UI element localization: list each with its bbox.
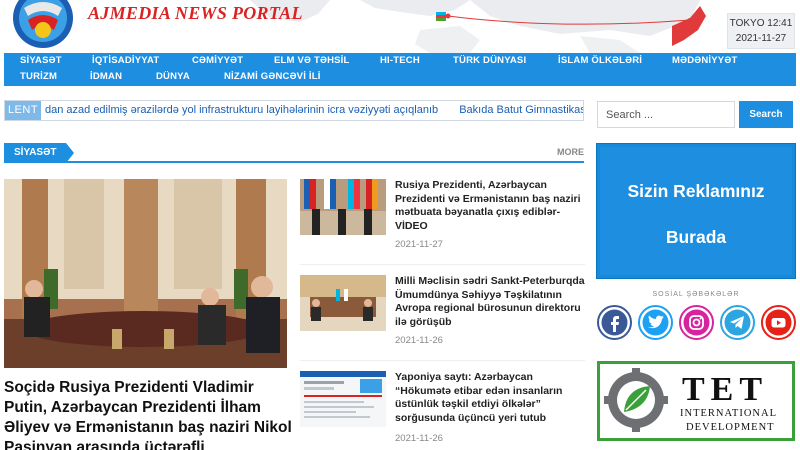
partner-banner-tet[interactable]: TET INTERNATIONAL DEVELOPMENT bbox=[597, 361, 795, 441]
news-date: 2021-11-26 bbox=[395, 433, 443, 444]
nav-item-turizm[interactable]: TURİZM bbox=[20, 71, 57, 82]
site-brand-name[interactable]: AJMEDIA NEWS PORTAL bbox=[88, 3, 303, 24]
section-more-link[interactable]: MORE bbox=[557, 147, 584, 157]
facebook-icon[interactable] bbox=[597, 305, 632, 340]
news-date: 2021-11-27 bbox=[395, 239, 443, 250]
site-header: AJMEDIA NEWS PORTAL TOKYO 12:41 2021-11-… bbox=[0, 0, 800, 53]
section-title[interactable]: SİYASƏT bbox=[4, 143, 76, 163]
ad-text-line-2: Burada bbox=[665, 227, 727, 247]
nav-item-iqtisadiyyat[interactable]: İQTİSADİYYAT bbox=[92, 55, 159, 66]
nav-item-hi-tech[interactable]: HI-TECH bbox=[380, 55, 420, 66]
news-date: 2021-11-26 bbox=[395, 335, 443, 346]
partner-letters: TET bbox=[682, 371, 768, 408]
ticker-content: dan azad edilmiş ərazilərdə yol infrastr… bbox=[45, 101, 583, 120]
site-logo[interactable] bbox=[8, 0, 78, 52]
ticker-label: LENT bbox=[5, 101, 41, 120]
gear-leaf-icon bbox=[604, 368, 668, 432]
clock-widget: TOKYO 12:41 2021-11-27 bbox=[727, 13, 795, 49]
news-ticker: LENT dan azad edilmiş ərazilərdə yol inf… bbox=[4, 100, 584, 121]
clock-date: 2021-11-27 bbox=[735, 33, 787, 44]
featured-news-title[interactable]: Soçidə Rusiya Prezidenti Vladimir Putin,… bbox=[4, 378, 294, 450]
ticker-item[interactable]: Bakıda Batut Gimnastikası üzrə bbox=[459, 104, 583, 116]
nav-item-medeniyyet[interactable]: MƏDƏNİYYƏT bbox=[672, 55, 737, 66]
news-thumbnail[interactable] bbox=[300, 179, 386, 235]
news-item[interactable]: Yaponiya saytı: Azərbaycan “Hökumətə eti… bbox=[300, 371, 585, 450]
youtube-icon[interactable] bbox=[761, 305, 796, 340]
news-title[interactable]: Rusiya Prezidenti, Azərbaycan Prezidenti… bbox=[395, 179, 585, 233]
ticker-item[interactable]: dan azad edilmiş ərazilərdə yol infrastr… bbox=[45, 104, 438, 116]
clock-city-time: TOKYO 12:41 bbox=[729, 18, 793, 29]
main-navigation: SİYASƏT İQTİSADİYYAT CƏMİYYƏT ELM VƏ TƏH… bbox=[4, 53, 796, 86]
partner-line-1: INTERNATIONAL bbox=[680, 408, 777, 419]
news-title[interactable]: Yaponiya saytı: Azərbaycan “Hökumətə eti… bbox=[395, 371, 585, 425]
news-item[interactable]: Milli Məclisin sədri Sankt-Peterburqda Ü… bbox=[300, 275, 585, 355]
nav-item-idman[interactable]: İDMAN bbox=[90, 71, 122, 82]
nav-item-turk-dunyasi[interactable]: TÜRK DÜNYASI bbox=[453, 55, 526, 66]
news-divider bbox=[300, 360, 585, 361]
news-divider bbox=[300, 264, 585, 265]
news-thumbnail[interactable] bbox=[300, 371, 386, 427]
news-thumbnail[interactable] bbox=[300, 275, 386, 331]
advertisement-banner[interactable]: Sizin Reklamınız Burada bbox=[596, 143, 796, 279]
nav-item-elm-ve-tehsil[interactable]: ELM VƏ TƏHSİL bbox=[274, 55, 350, 66]
partner-line-2: DEVELOPMENT bbox=[686, 422, 775, 433]
search-button[interactable]: Search bbox=[739, 101, 793, 128]
twitter-icon[interactable] bbox=[638, 305, 673, 340]
section-header: SİYASƏT MORE bbox=[4, 143, 584, 163]
social-networks-label: SOSİAL ŞƏBƏKƏLƏR bbox=[652, 291, 740, 298]
telegram-icon[interactable] bbox=[720, 305, 755, 340]
nav-item-cemiyyet[interactable]: CƏMİYYƏT bbox=[192, 55, 243, 66]
instagram-icon[interactable] bbox=[679, 305, 714, 340]
news-item[interactable]: Rusiya Prezidenti, Azərbaycan Prezidenti… bbox=[300, 179, 585, 259]
featured-news-image[interactable] bbox=[4, 179, 287, 368]
nav-item-siyaset[interactable]: SİYASƏT bbox=[20, 55, 62, 66]
search-input[interactable] bbox=[597, 101, 735, 128]
nav-item-dunya[interactable]: DÜNYA bbox=[156, 71, 190, 82]
news-title[interactable]: Milli Məclisin sədri Sankt-Peterburqda Ü… bbox=[395, 275, 585, 329]
nav-item-islam-olkeleri[interactable]: İSLAM ÖLKƏLƏRİ bbox=[558, 55, 642, 66]
nav-item-nizami-gencevi-ili[interactable]: NİZAMİ GƏNCƏVİ İLİ bbox=[224, 71, 321, 82]
ad-text-line-1: Sizin Reklamınız bbox=[627, 181, 765, 201]
